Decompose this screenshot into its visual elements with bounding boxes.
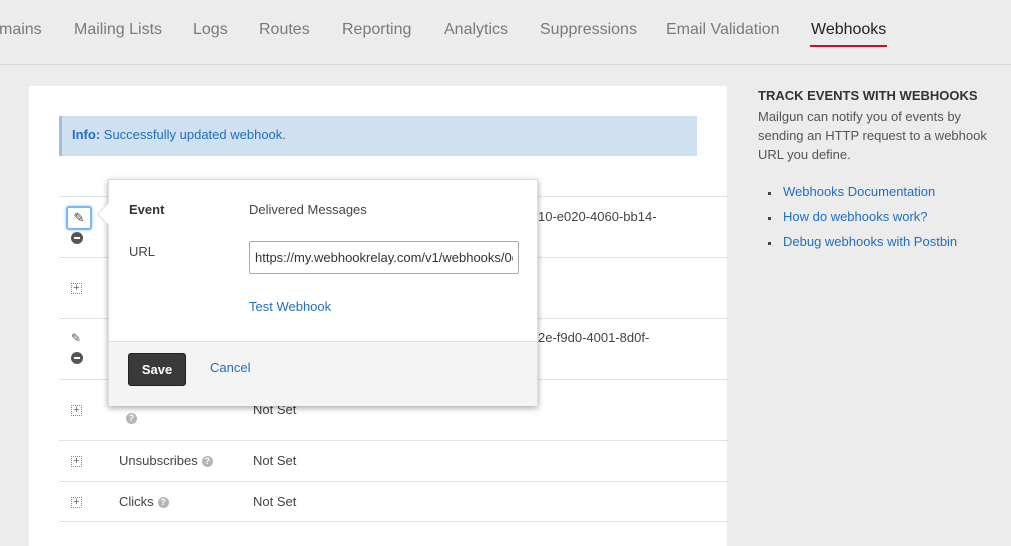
info-message: Successfully updated webhook. (103, 127, 286, 142)
tab-reporting[interactable]: Reporting (342, 21, 411, 39)
test-webhook-link[interactable]: Test Webhook (249, 299, 331, 314)
sidebar-description: Mailgun can notify you of events by send… (758, 109, 987, 162)
webhook-url-value: 10-e020-4060-bb14- (538, 209, 657, 224)
tab-analytics[interactable]: Analytics (444, 21, 508, 39)
webhook-value: Not Set (253, 453, 297, 468)
tab-logs[interactable]: Logs (193, 21, 228, 39)
popover-footer: Save Cancel (109, 341, 537, 406)
url-label: URL (129, 244, 156, 259)
table-row: + Clicks? Not Set (59, 481, 729, 522)
delete-icon[interactable] (71, 352, 83, 364)
pencil-icon: ✎ (73, 210, 85, 225)
event-name: Clicks (119, 494, 154, 509)
add-icon[interactable]: + (71, 283, 82, 294)
tab-routes[interactable]: Routes (259, 21, 310, 39)
how-webhooks-work-link[interactable]: How do webhooks work? (783, 209, 928, 224)
add-icon[interactable]: + (71, 497, 82, 508)
delete-icon[interactable] (71, 232, 83, 244)
event-label: Event (129, 202, 165, 217)
help-icon[interactable]: ? (157, 497, 169, 509)
tab-webhooks[interactable]: Webhooks (809, 21, 888, 47)
help-icon[interactable]: ? (201, 456, 213, 468)
help-icon[interactable]: ? (126, 413, 137, 424)
tab-domains[interactable]: mains (0, 21, 42, 39)
edit-button-active[interactable]: ✎ (66, 206, 92, 230)
pencil-icon[interactable]: ✎ (71, 331, 81, 345)
top-nav: mains Mailing Lists Logs Routes Reportin… (0, 0, 1011, 65)
add-icon[interactable]: + (71, 456, 82, 467)
info-prefix: Info: (72, 127, 101, 142)
sidebar-links: Webhooks Documentation How do webhooks w… (758, 184, 1008, 253)
save-button[interactable]: Save (128, 353, 186, 386)
tab-email-validation[interactable]: Email Validation (666, 21, 780, 39)
event-name: Unsubscribes (119, 453, 198, 468)
sidebar-title: TRACK EVENTS WITH WEBHOOKS (758, 88, 978, 103)
info-banner: Info: Successfully updated webhook. (59, 116, 697, 156)
table-row: + Unsubscribes? Not Set (59, 440, 729, 481)
tab-suppressions[interactable]: Suppressions (540, 21, 637, 39)
edit-webhook-popover: Event Delivered Messages URL Test Webhoo… (96, 179, 538, 406)
webhooks-documentation-link[interactable]: Webhooks Documentation (783, 184, 935, 199)
webhook-value: Not Set (253, 494, 297, 509)
cancel-link[interactable]: Cancel (210, 360, 250, 375)
debug-postbin-link[interactable]: Debug webhooks with Postbin (783, 234, 957, 249)
sidebar: TRACK EVENTS WITH WEBHOOKS Mailgun can n… (758, 88, 1008, 259)
tab-mailing-lists[interactable]: Mailing Lists (74, 21, 162, 39)
add-icon[interactable]: + (71, 405, 82, 416)
event-value: Delivered Messages (249, 202, 367, 217)
webhook-url-value: 2e-f9d0-4001-8d0f- (538, 330, 650, 345)
url-input[interactable] (249, 241, 519, 274)
